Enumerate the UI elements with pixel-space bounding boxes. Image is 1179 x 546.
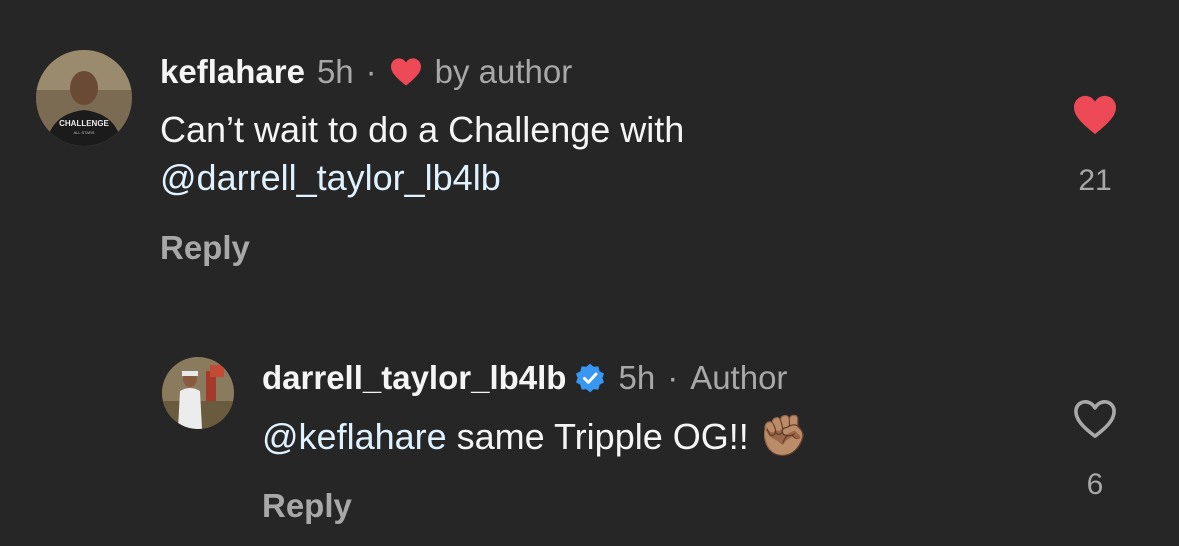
comment-like: 21 [1058, 94, 1132, 198]
reply-button[interactable]: Reply [160, 229, 250, 267]
comment-meta: darrell_taylor_lb4lb 5h · Author [262, 358, 787, 398]
comment-username[interactable]: keflahare [160, 52, 305, 92]
meta-separator: · [365, 53, 377, 90]
avatar-image [162, 357, 234, 429]
like-count: 6 [1086, 468, 1104, 501]
comment-text: @keflahare same Tripple OG!! ✊🏽 [262, 412, 1022, 461]
avatar-darrell-taylor[interactable] [162, 357, 234, 429]
comment-like: 6 [1058, 398, 1132, 502]
comments-thread: CHALLENGE ALL STARS keflahare 5h · by au… [0, 0, 1179, 546]
meta-separator: · [667, 359, 679, 396]
comment-mention[interactable]: @keflahare [262, 416, 447, 457]
raised-fist-emoji: ✊🏽 [758, 414, 809, 458]
avatar-image: CHALLENGE ALL STARS [36, 50, 132, 146]
comment-text-line: Can’t wait to do a Challenge with [160, 109, 685, 150]
comment-mention[interactable]: @darrell_taylor_lb4lb [160, 154, 1020, 202]
author-label: Author [690, 359, 788, 396]
reply-button[interactable]: Reply [262, 487, 352, 525]
comment-username[interactable]: darrell_taylor_lb4lb [262, 358, 566, 398]
by-author-label: by author [434, 53, 573, 90]
liked-by-author-heart-icon [389, 57, 423, 87]
avatar-shirt-subtext: ALL STARS [73, 130, 94, 135]
comment-text: Can’t wait to do a Challenge with @darre… [160, 106, 1020, 202]
comment-time: 5h [316, 53, 354, 90]
verified-badge-icon [574, 362, 606, 394]
heart-outline-icon[interactable] [1071, 398, 1119, 440]
comment-time: 5h [618, 359, 656, 396]
avatar-keflahare[interactable]: CHALLENGE ALL STARS [36, 50, 132, 146]
avatar-shirt-text: CHALLENGE [59, 119, 109, 128]
heart-filled-icon[interactable] [1071, 94, 1119, 136]
comment-text-body: same Tripple OG!! [446, 416, 759, 457]
like-count: 21 [1078, 164, 1112, 197]
comment-meta: keflahare 5h · by author [160, 52, 572, 92]
